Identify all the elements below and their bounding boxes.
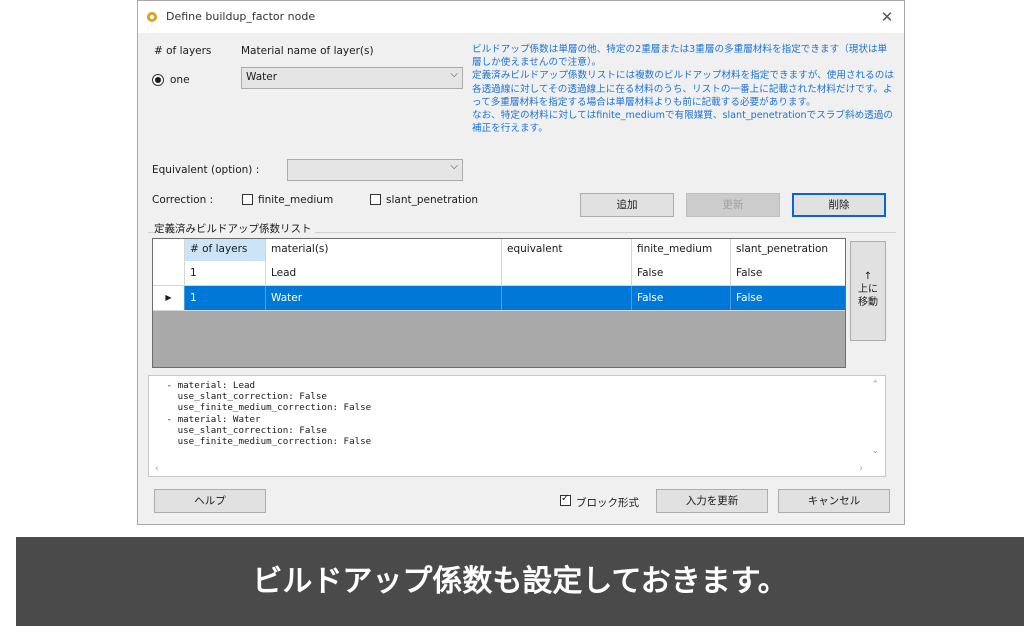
scroll-down-icon[interactable]: ⌄ [871,446,879,456]
radio-one-label: one [170,74,190,86]
column-header[interactable]: equivalent [502,239,632,261]
selected-row-marker-icon[interactable]: ▶ [153,286,185,310]
table-cell[interactable]: Lead [266,261,502,285]
close-icon[interactable]: ✕ [876,7,898,27]
equivalent-select[interactable]: ⌵ [287,159,463,181]
block-format-checkbox[interactable] [560,493,571,506]
column-header[interactable]: slant_penetration [731,239,845,261]
table-cell[interactable]: 1 [185,261,266,285]
finite-medium-label: finite_medium [258,194,334,206]
scroll-left-icon[interactable]: ‹ [155,464,159,474]
table-cell[interactable]: False [731,261,845,285]
add-button[interactable]: 追加 [580,193,674,217]
table-cell[interactable]: False [632,286,731,310]
info-text: ビルドアップ係数は単層の他、特定の2重層または3重層の多重層材料を指定できます（… [472,43,896,135]
row-header-corner [153,239,185,261]
list-group-label: 定義済みビルドアップ係数リスト [154,221,315,236]
scroll-up-icon[interactable]: ⌃ [871,380,879,390]
caption-banner: ビルドアップ係数も設定しておきます。 [16,537,1024,626]
caption-text: ビルドアップ係数も設定しておきます。 [252,564,788,599]
table-cell[interactable]: False [632,261,731,285]
material-select-value: Water [246,71,278,83]
delete-button[interactable]: 削除 [792,193,886,217]
update-button[interactable]: 更新 [686,193,780,217]
table-cell[interactable]: Water [266,286,502,310]
slant-penetration-checkbox[interactable] [370,194,381,205]
title-bar: Define buildup_factor node ✕ [138,1,904,33]
table-cell[interactable]: 1 [185,286,266,310]
block-format-label: ブロック形式 [576,497,639,509]
finite-medium-checkbox[interactable] [242,194,253,205]
define-buildup-factor-dialog: Define buildup_factor node ✕ # of layers… [137,0,905,525]
table-cell[interactable] [502,286,632,310]
chevron-down-icon: ⌵ [450,69,458,80]
chevron-down-icon: ⌵ [450,161,458,172]
table-row-selected[interactable]: ▶ 1 Water False False [153,286,845,311]
info-paragraph: 定義済みビルドアップ係数リストには複数のビルドアップ材料を指定できますが、使用さ… [472,70,894,108]
move-up-label: 上に [858,284,878,295]
material-select[interactable]: Water ⌵ [241,67,463,89]
column-header[interactable]: finite_medium [632,239,731,261]
table-row[interactable]: 1 Lead False False [153,261,845,286]
grid-header: # of layers material(s) equivalent finit… [153,239,845,261]
column-header[interactable]: # of layers [185,239,266,261]
row-header[interactable] [153,261,185,285]
move-up-button[interactable]: ↑ 上に 移動 [850,241,886,341]
apply-button[interactable]: 入力を更新 [656,489,768,513]
app-icon [147,12,157,22]
equivalent-label: Equivalent (option) : [152,164,260,176]
layers-count-label: # of layers [154,45,212,57]
yaml-preview-content: - material: Lead use_slant_correction: F… [166,380,372,448]
slant-penetration-label: slant_penetration [386,194,479,206]
move-up-label: 移動 [858,297,878,308]
yaml-preview-textbox[interactable]: - material: Lead use_slant_correction: F… [148,375,886,477]
table-cell[interactable]: False [731,286,845,310]
scroll-right-icon[interactable]: › [859,464,863,474]
material-name-label: Material name of layer(s) [241,45,374,57]
cancel-button[interactable]: キャンセル [778,489,890,513]
column-header[interactable]: material(s) [266,239,502,261]
info-paragraph: なお、特定の材料に対してはfinite_mediumで有限媒質、slant_pe… [472,110,893,135]
table-cell[interactable] [502,261,632,285]
buildup-list-grid[interactable]: # of layers material(s) equivalent finit… [152,238,846,368]
correction-label: Correction : [152,194,214,206]
window-title: Define buildup_factor node [166,10,316,23]
help-button[interactable]: ヘルプ [154,489,266,513]
radio-one[interactable] [152,74,164,86]
arrow-up-icon: ↑ [863,271,873,282]
info-paragraph: ビルドアップ係数は単層の他、特定の2重層または3重層の多重層材料を指定できます（… [472,44,888,69]
